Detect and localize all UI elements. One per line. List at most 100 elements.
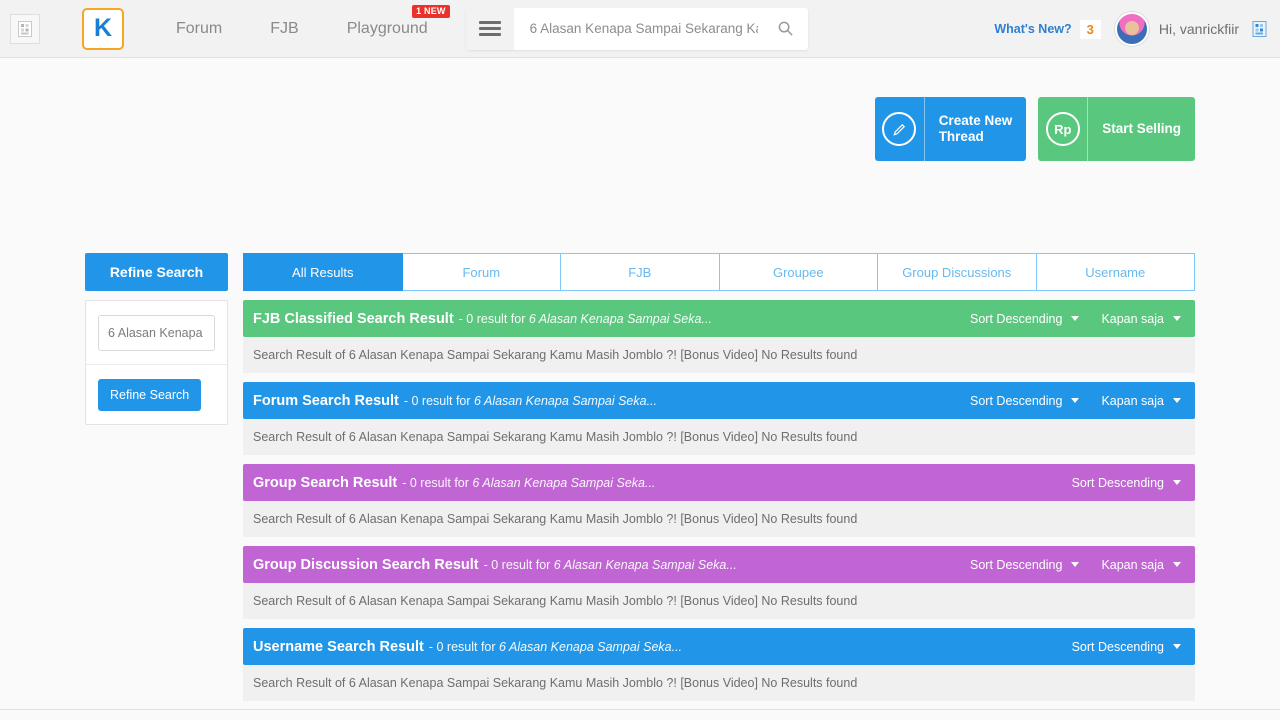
sort-descending-dropdown[interactable]: Sort Descending bbox=[970, 311, 1080, 326]
result-tabs: All Results Forum FJB Groupee Group Disc… bbox=[243, 253, 1195, 291]
result-header: Forum Search Result - 0 result for 6 Ala… bbox=[243, 382, 1195, 419]
search-main-row: Refine Search FJB Classified Search Resu… bbox=[85, 300, 1195, 710]
chevron-down-icon bbox=[1071, 398, 1080, 403]
result-title: Group Discussion Search Result bbox=[253, 556, 479, 573]
chevron-down-icon bbox=[1173, 562, 1181, 567]
tab-label: Group Discussions bbox=[902, 264, 1012, 280]
tab-forum[interactable]: Forum bbox=[402, 253, 561, 291]
refine-search-button-wrap: Refine Search bbox=[86, 365, 227, 425]
create-new-thread-button[interactable]: Create New Thread bbox=[874, 97, 1027, 161]
nav-item-label: Playground bbox=[346, 19, 428, 37]
time-filter-dropdown[interactable]: Kapan saja bbox=[1101, 558, 1181, 572]
tab-group-discussions[interactable]: Group Discussions bbox=[878, 253, 1037, 291]
tab-groupee[interactable]: Groupee bbox=[719, 253, 878, 291]
page-body: Create New Thread Rp Start Selling Refin… bbox=[0, 58, 1280, 720]
site-header: K Forum FJB Playground 1 NEW What's New?… bbox=[0, 0, 1280, 58]
result-body-text: Search Result of 6 Alasan Kenapa Sampai … bbox=[243, 337, 1195, 373]
whats-new-link[interactable]: What's New? bbox=[994, 22, 1071, 36]
chevron-down-icon bbox=[1173, 398, 1181, 403]
refine-search-header: Refine Search bbox=[85, 253, 228, 291]
result-title: Forum Search Result bbox=[253, 392, 399, 409]
brand-logo-text: K bbox=[93, 14, 113, 42]
rupiah-icon-text: Rp bbox=[1045, 112, 1080, 146]
result-body-text: Search Result of 6 Alasan Kenapa Sampai … bbox=[243, 419, 1195, 455]
result-block-group: Group Search Result - 0 result for 6 Ala… bbox=[243, 464, 1195, 537]
tab-username[interactable]: Username bbox=[1036, 253, 1195, 291]
sort-label: Sort Descending bbox=[970, 393, 1063, 408]
brand-logo[interactable]: K bbox=[82, 7, 124, 50]
action-buttons: Create New Thread Rp Start Selling bbox=[874, 97, 1195, 161]
nav-item-fjb[interactable]: FJB bbox=[246, 0, 322, 58]
tab-label: All Results bbox=[292, 264, 354, 280]
user-greeting[interactable]: Hi, vanrickfiir bbox=[1159, 21, 1239, 37]
time-filter-dropdown[interactable]: Kapan saja bbox=[1101, 394, 1181, 408]
tab-fjb[interactable]: FJB bbox=[561, 253, 720, 291]
result-meta: - 0 result for 6 Alasan Kenapa Sampai Se… bbox=[483, 557, 737, 572]
result-title: Username Search Result bbox=[253, 638, 424, 655]
time-label: Kapan saja bbox=[1101, 393, 1164, 408]
result-header: Group Search Result - 0 result for 6 Ala… bbox=[243, 464, 1195, 501]
sort-label: Sort Descending bbox=[1071, 475, 1164, 490]
footer-divider bbox=[0, 709, 1280, 710]
result-body-text: Search Result of 6 Alasan Kenapa Sampai … bbox=[243, 501, 1195, 537]
time-filter-dropdown[interactable]: Kapan saja bbox=[1101, 312, 1181, 326]
chevron-down-icon bbox=[1173, 480, 1181, 485]
primary-nav: Forum FJB Playground 1 NEW bbox=[152, 0, 452, 58]
result-header: FJB Classified Search Result - 0 result … bbox=[243, 300, 1195, 337]
broken-image-icon[interactable] bbox=[1251, 21, 1268, 38]
hamburger-icon[interactable] bbox=[465, 7, 514, 50]
result-meta: - 0 result for 6 Alasan Kenapa Sampai Se… bbox=[428, 639, 683, 654]
tabs-strip: Refine Search All Results Forum FJB Grou… bbox=[85, 253, 1195, 291]
refine-search-button[interactable]: Refine Search bbox=[98, 379, 202, 411]
nav-item-forum[interactable]: Forum bbox=[152, 0, 246, 58]
nav-item-label: FJB bbox=[270, 19, 299, 37]
create-new-thread-label: Create New Thread bbox=[938, 113, 1013, 144]
search-icon[interactable] bbox=[764, 8, 808, 50]
time-label: Kapan saja bbox=[1101, 557, 1164, 572]
sort-label: Sort Descending bbox=[970, 557, 1063, 572]
time-label: Kapan saja bbox=[1101, 311, 1164, 326]
result-header: Username Search Result - 0 result for 6 … bbox=[243, 628, 1195, 665]
refine-search-header-label: Refine Search bbox=[109, 264, 204, 280]
new-badge: 1 NEW bbox=[412, 4, 450, 18]
tab-label: Groupee bbox=[772, 264, 824, 280]
tab-label: Forum bbox=[462, 264, 501, 280]
chevron-down-icon bbox=[1173, 644, 1181, 649]
results-list: FJB Classified Search Result - 0 result … bbox=[243, 300, 1195, 710]
notification-count-badge[interactable]: 3 bbox=[1079, 19, 1101, 39]
sort-descending-dropdown[interactable]: Sort Descending bbox=[970, 557, 1080, 572]
sort-descending-dropdown[interactable]: Sort Descending bbox=[970, 393, 1080, 408]
nav-item-playground[interactable]: Playground 1 NEW bbox=[323, 0, 452, 58]
sort-label: Sort Descending bbox=[1071, 639, 1164, 654]
search-bar bbox=[465, 7, 808, 50]
result-header: Group Discussion Search Result - 0 resul… bbox=[243, 546, 1195, 583]
sort-descending-dropdown[interactable]: Sort Descending bbox=[1072, 640, 1181, 654]
refine-search-field-wrap bbox=[86, 301, 227, 365]
result-body-text: Search Result of 6 Alasan Kenapa Sampai … bbox=[243, 665, 1195, 701]
refine-search-input[interactable] bbox=[98, 315, 215, 351]
broken-image-icon bbox=[10, 13, 40, 44]
chevron-down-icon bbox=[1071, 562, 1080, 567]
start-selling-button[interactable]: Rp Start Selling bbox=[1038, 97, 1195, 161]
refine-search-panel: Refine Search bbox=[85, 300, 228, 425]
tab-label: FJB bbox=[628, 264, 652, 280]
search-content: Refine Search All Results Forum FJB Grou… bbox=[85, 253, 1195, 710]
tab-all-results[interactable]: All Results bbox=[243, 253, 403, 291]
result-block-group-discussion: Group Discussion Search Result - 0 resul… bbox=[243, 546, 1195, 619]
chevron-down-icon bbox=[1173, 316, 1181, 321]
result-block-username: Username Search Result - 0 result for 6 … bbox=[243, 628, 1195, 701]
avatar[interactable] bbox=[1114, 12, 1149, 46]
result-block-forum: Forum Search Result - 0 result for 6 Ala… bbox=[243, 382, 1195, 455]
pencil-icon bbox=[875, 97, 925, 161]
result-meta: - 0 result for 6 Alasan Kenapa Sampai Se… bbox=[458, 311, 712, 326]
chevron-down-icon bbox=[1071, 316, 1080, 321]
result-meta: - 0 result for 6 Alasan Kenapa Sampai Se… bbox=[403, 393, 658, 408]
sort-label: Sort Descending bbox=[970, 311, 1063, 326]
result-block-fjb-classified: FJB Classified Search Result - 0 result … bbox=[243, 300, 1195, 373]
sort-descending-dropdown[interactable]: Sort Descending bbox=[1072, 476, 1181, 490]
start-selling-label: Start Selling bbox=[1102, 121, 1181, 137]
result-title: FJB Classified Search Result bbox=[253, 310, 454, 327]
search-input[interactable] bbox=[513, 7, 764, 50]
nav-item-label: Forum bbox=[176, 19, 223, 37]
result-meta: - 0 result for 6 Alasan Kenapa Sampai Se… bbox=[402, 475, 656, 490]
